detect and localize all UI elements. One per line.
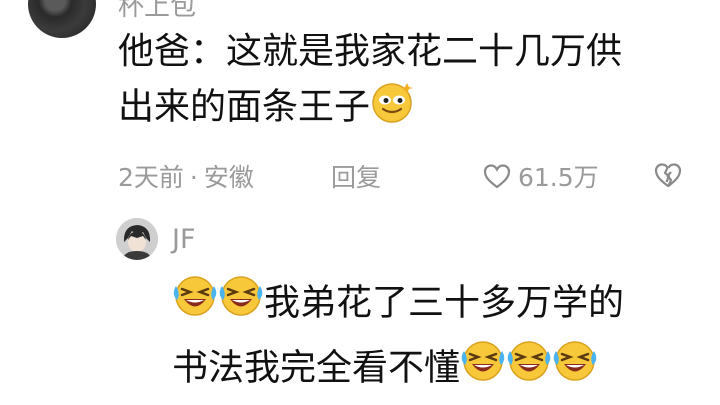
laughing-crying-emoji-icon bbox=[552, 337, 598, 402]
broken-heart-icon[interactable] bbox=[652, 160, 684, 196]
username[interactable]: 杯上包 bbox=[118, 0, 196, 23]
reply-username[interactable]: JF bbox=[172, 224, 196, 255]
laughing-crying-emoji-icon bbox=[218, 272, 264, 337]
smirk-face-emoji-icon bbox=[370, 78, 416, 139]
laughing-crying-emoji-icon bbox=[460, 337, 506, 402]
laughing-crying-emoji-icon bbox=[172, 272, 218, 337]
comment-location: 安徽 bbox=[203, 163, 254, 192]
comment-line-2: 出来的面条王子 bbox=[118, 86, 371, 128]
avatar-jf[interactable] bbox=[116, 218, 158, 260]
avatar[interactable] bbox=[28, 0, 96, 38]
like-count: 61.5万 bbox=[518, 163, 599, 192]
comment-line-1: 他爸：这就是我家花二十几万供 bbox=[118, 31, 623, 72]
laughing-crying-emoji-icon bbox=[506, 337, 552, 402]
reply-text: 我弟花了三十多万学的 书法我完全看不懂 bbox=[172, 272, 712, 402]
reply-line-1: 我弟花了三十多万学的 bbox=[264, 282, 625, 324]
comment-meta: 2天前 · 安徽 回复 61.5万 bbox=[118, 158, 682, 194]
reply-line-2: 书法我完全看不懂 bbox=[172, 347, 461, 389]
comment-text: 他爸：这就是我家花二十几万供 出来的面条王子 bbox=[118, 26, 708, 139]
comment-time: 2天前 bbox=[118, 163, 184, 192]
heart-outline-icon bbox=[483, 164, 511, 189]
like-button[interactable]: 61.5万 bbox=[482, 158, 599, 194]
reply-button[interactable]: 回复 bbox=[331, 158, 381, 194]
